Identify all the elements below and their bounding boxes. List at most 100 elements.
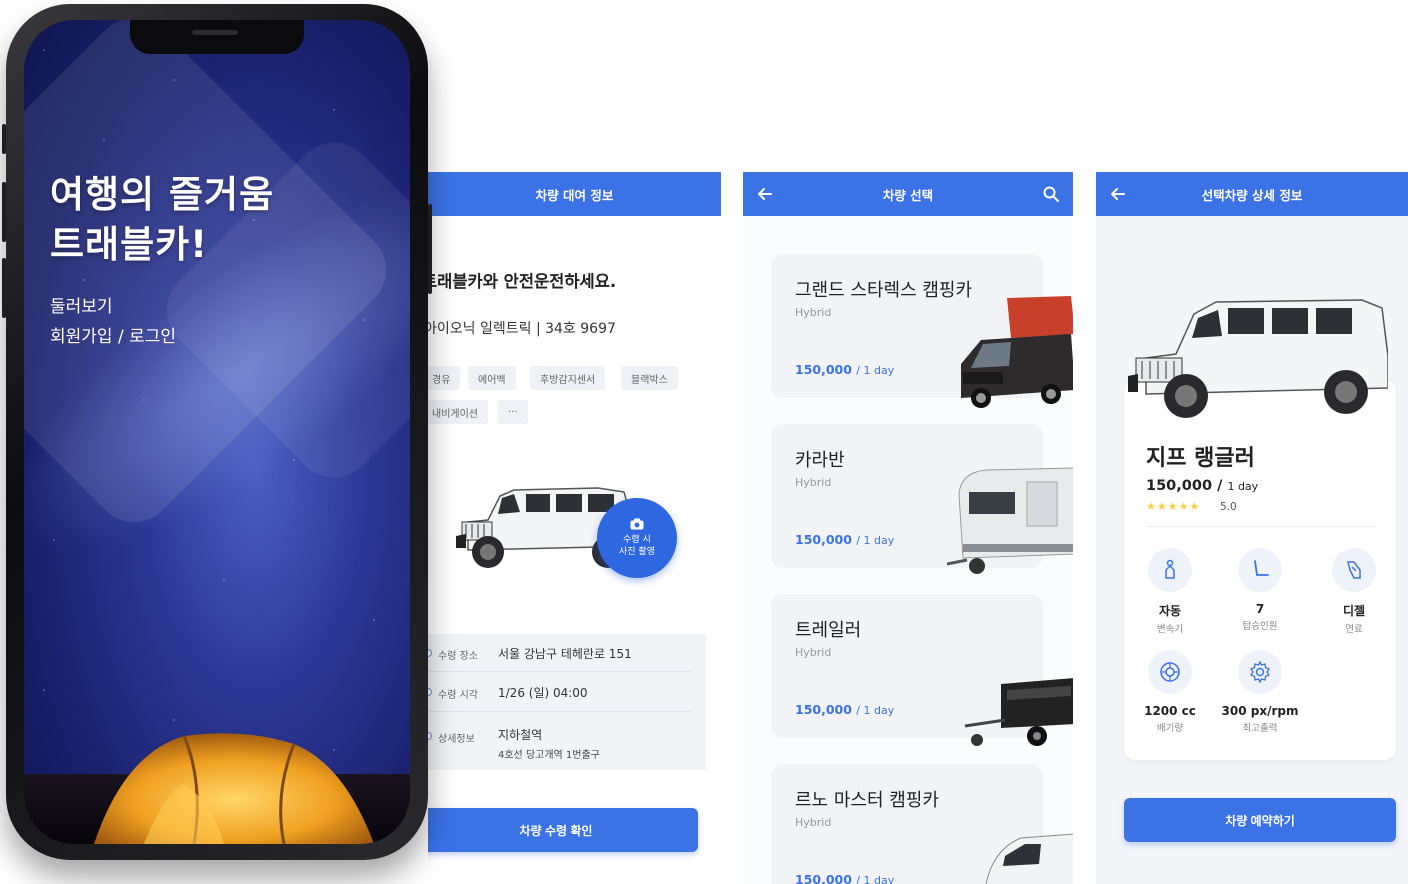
- splash-title: 여행의 즐거움 트래블카!: [50, 170, 274, 270]
- option-chip: 블랙박스: [621, 366, 678, 390]
- spec-seats: 7 탑승인원: [1220, 548, 1300, 632]
- car-type: Hybrid: [795, 816, 832, 829]
- info-row-detail: 상세정보 지하철역 4호선 당고개역 1번출구: [428, 712, 692, 770]
- gear-shift-icon: [1148, 548, 1192, 592]
- splash-screen: 여행의 즐거움 트래블카! 둘러보기 회원가입 / 로그인: [24, 20, 410, 844]
- car-type: Hybrid: [795, 306, 832, 319]
- car-price: 150,000 / 1 day: [795, 532, 894, 547]
- option-more-chip[interactable]: ···: [498, 400, 528, 424]
- price-value: 150,000: [795, 702, 852, 717]
- price-value: 150,000 /: [1146, 478, 1223, 494]
- info-key: 수령 장소: [438, 651, 478, 662]
- phone-notch: [130, 20, 304, 54]
- car-select-appbar: 차량 선택: [743, 172, 1073, 216]
- car-card[interactable]: 트레일러 Hybrid 150,000 / 1 day: [771, 594, 1073, 746]
- arrow-left-icon[interactable]: [1108, 184, 1128, 204]
- divider: [1146, 526, 1376, 527]
- camera-icon: [630, 518, 644, 530]
- spec-value: 1200 cc: [1144, 704, 1196, 718]
- info-value-sub: 4호선 당고개역 1번출구: [498, 750, 600, 761]
- car-name: 카라반: [795, 450, 845, 471]
- splash-title-line: 트래블카!: [50, 223, 209, 266]
- info-value: 서울 강남구 테헤란로 151: [498, 647, 632, 661]
- price-unit: / 1 day: [856, 704, 895, 717]
- rental-info-appbar: 차량 대여 정보: [428, 172, 721, 216]
- pickup-info-box: 수령 장소 서울 강남구 테헤란로 151 수령 시각 1/26 (일) 04:…: [428, 634, 706, 770]
- car-price: 150,000 / 1 day: [795, 362, 894, 377]
- spec-label: 변속기: [1156, 624, 1184, 635]
- car-name: 트레일러: [795, 620, 862, 641]
- jeep-image: [1128, 299, 1388, 418]
- car-price: 150,000 / 1 day: [795, 702, 894, 717]
- car-name: 르노 마스터 캠핑카: [795, 790, 939, 811]
- camper-van-image: [961, 296, 1073, 408]
- info-row-time: 수령 시각 1/26 (일) 04:00: [428, 672, 692, 712]
- car-detail-screen: 선택차량 상세 정보 지프 랭글러 150,000 / 1 day ★★★★★ …: [1096, 172, 1408, 884]
- info-row-location: 수령 장소 서울 강남구 테헤란로 151: [428, 634, 692, 672]
- car-detail-appbar: 선택차량 상세 정보: [1096, 172, 1408, 216]
- spec-power: 300 px/rpm 최고출력: [1220, 650, 1300, 734]
- info-value: 지하철역: [498, 728, 543, 742]
- photo-capture-button[interactable]: 수령 시 사진 촬영: [597, 498, 677, 578]
- settings-gear-icon: [1238, 650, 1282, 694]
- greeting-text: 트래블카와 안전운전하세요.: [428, 272, 617, 291]
- spec-value: 자동: [1158, 604, 1182, 618]
- car-id-text: 아이오닉 일렉트릭 | 34호 9697: [428, 321, 616, 337]
- option-chip: 경유: [428, 366, 461, 390]
- tent-image: [94, 733, 374, 844]
- car-type: Hybrid: [795, 646, 832, 659]
- option-chip: 후방감지센서: [530, 366, 606, 390]
- confirm-pickup-button[interactable]: 차량 수령 확인: [428, 808, 698, 852]
- price-unit: / 1 day: [856, 534, 895, 547]
- car-price: 150,000 / 1 day: [795, 872, 894, 884]
- search-icon[interactable]: [1041, 184, 1061, 204]
- page-title: 차량 대여 정보: [535, 187, 614, 203]
- info-key: 수령 시각: [438, 690, 478, 701]
- option-chip: 에어백: [468, 366, 516, 390]
- car-price: 150,000 / 1 day: [1146, 478, 1258, 494]
- car-card[interactable]: 카라반 Hybrid 150,000 / 1 day: [771, 424, 1073, 574]
- info-value: 1/26 (일) 04:00: [498, 686, 588, 700]
- car-select-screen: 차량 선택 그랜드 스타렉스 캠핑카 Hybrid 150,000 / 1 da…: [743, 172, 1073, 884]
- spec-value: 300 px/rpm: [1221, 704, 1299, 718]
- fuel-nozzle-icon: [1332, 548, 1376, 592]
- price-unit: / 1 day: [856, 874, 895, 884]
- car-name: 지프 랭글러: [1146, 446, 1255, 471]
- spec-displacement: 1200 cc 배기량: [1130, 650, 1210, 734]
- page-title: 선택차량 상세 정보: [1201, 187, 1303, 203]
- splash-title-line: 여행의 즐거움: [50, 173, 275, 216]
- info-key: 상세정보: [438, 734, 475, 745]
- spec-label: 최고출력: [1242, 723, 1278, 734]
- reserve-car-button[interactable]: 차량 예약하기: [1124, 798, 1396, 842]
- option-chip: 내비게이션: [428, 400, 488, 424]
- rental-info-screen: 차량 대여 정보 트래블카와 안전운전하세요. 아이오닉 일렉트릭 | 34호 …: [428, 172, 721, 884]
- arrow-left-icon[interactable]: [755, 184, 775, 204]
- price-value: 150,000: [795, 362, 852, 377]
- spec-value: 디젤: [1342, 604, 1366, 618]
- spec-value: 7: [1255, 602, 1265, 616]
- spec-label: 배기량: [1156, 723, 1184, 734]
- caravan-image: [947, 467, 1073, 574]
- rating-value: 5.0: [1220, 501, 1237, 513]
- signup-login-link[interactable]: 회원가입 / 로그인: [50, 322, 176, 347]
- phone-mockup: 여행의 즐거움 트래블카! 둘러보기 회원가입 / 로그인: [2, 4, 432, 860]
- bullet-icon: [428, 732, 432, 740]
- car-detail-card: 지프 랭글러 150,000 / 1 day ★★★★★ 5.0 자동 변속기 …: [1124, 380, 1396, 760]
- price-value: 150,000: [795, 532, 852, 547]
- bullet-icon: [428, 649, 432, 657]
- spec-fuel: 디젤 연료: [1314, 548, 1394, 635]
- price-unit: 1 day: [1227, 480, 1259, 493]
- car-type: Hybrid: [795, 476, 832, 489]
- engine-icon: [1148, 650, 1192, 694]
- bullet-icon: [428, 688, 432, 696]
- price-unit: / 1 day: [856, 364, 895, 377]
- car-card[interactable]: 그랜드 스타렉스 캠핑카 Hybrid 150,000 / 1 day: [771, 254, 1073, 408]
- car-card[interactable]: 르노 마스터 캠핑카 Hybrid 150,000 / 1 day: [771, 764, 1073, 884]
- camper-van-image: [985, 833, 1073, 884]
- trailer-image: [964, 678, 1073, 746]
- page-title: 차량 선택: [882, 187, 934, 203]
- browse-link[interactable]: 둘러보기: [50, 292, 113, 317]
- spec-transmission: 자동 변속기: [1130, 548, 1210, 635]
- seat-icon: [1238, 548, 1282, 592]
- spec-label: 탑승인원: [1242, 621, 1278, 632]
